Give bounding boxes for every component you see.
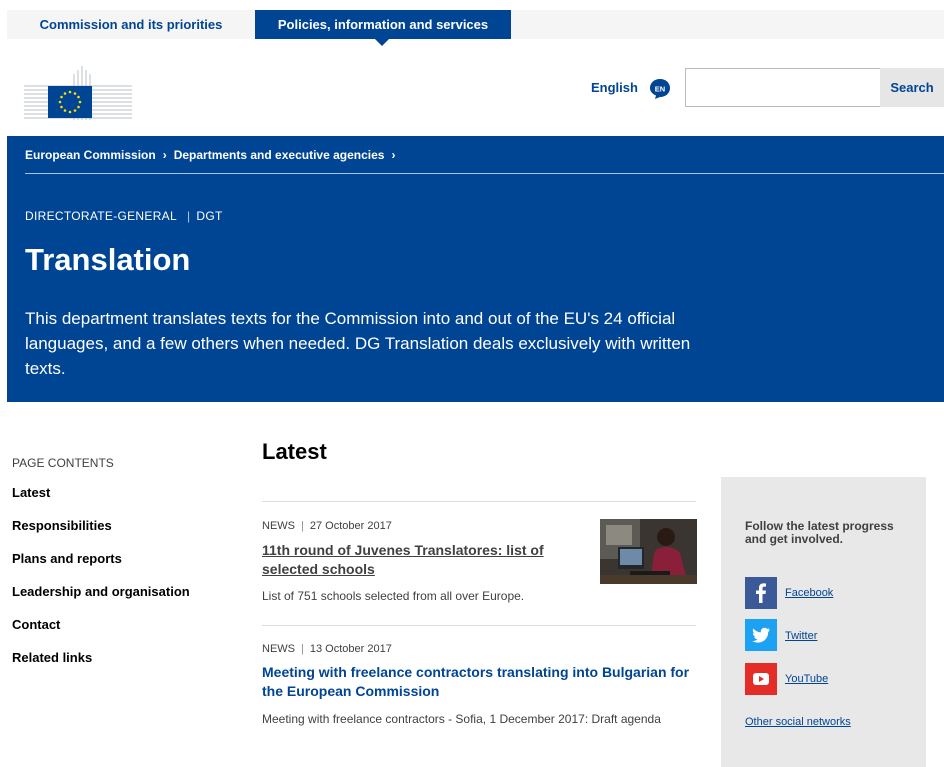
- language-selector[interactable]: English: [591, 80, 638, 95]
- breadcrumb-european-commission[interactable]: European Commission: [25, 148, 156, 162]
- page-intro: This department translates texts for the…: [25, 309, 691, 378]
- divider: [25, 173, 944, 174]
- european-commission-logo[interactable]: [22, 64, 134, 120]
- page-meta: DIRECTORATE-GENERAL | DGT: [25, 209, 223, 223]
- tab-commission-priorities[interactable]: Commission and its priorities: [7, 10, 255, 39]
- page-contents-item-plans-reports[interactable]: Plans and reports: [12, 552, 190, 585]
- page-contents-heading: PAGE CONTENTS: [12, 456, 114, 470]
- latest-heading: Latest: [262, 439, 327, 464]
- news-title-link[interactable]: 11th round of Juvenes Translatores: list…: [262, 541, 582, 579]
- news-meta: NEWS | 27 October 2017: [262, 520, 392, 532]
- meta-separator: |: [186, 209, 191, 223]
- social-panel: Follow the latest progress and get invol…: [721, 477, 926, 767]
- language-code: EN: [655, 85, 665, 94]
- page-contents-item-leadership[interactable]: Leadership and organisation: [12, 585, 190, 618]
- page-title: Translation: [25, 242, 191, 277]
- twitter-icon[interactable]: [745, 619, 777, 651]
- news-date: 27 October 2017: [309, 520, 392, 532]
- page-banner: European Commission › Departments and exec…: [7, 136, 944, 402]
- other-social-networks-link[interactable]: Other social networks: [745, 716, 851, 728]
- news-type: NEWS: [262, 643, 295, 655]
- news-description: Meeting with freelance contractors - Sof…: [262, 712, 661, 726]
- page-contents-item-contact[interactable]: Contact: [12, 618, 190, 651]
- top-navigation: Commission and its priorities Policies, …: [7, 10, 944, 46]
- divider: [262, 625, 696, 626]
- divider: [262, 501, 696, 502]
- facebook-link[interactable]: Facebook: [785, 587, 833, 599]
- twitter-link[interactable]: Twitter: [785, 630, 817, 642]
- news-date: 13 October 2017: [309, 643, 392, 655]
- breadcrumb: European Commission › Departments and exec…: [25, 148, 402, 162]
- facebook-icon[interactable]: [745, 577, 777, 609]
- youtube-link[interactable]: YouTube: [785, 673, 828, 685]
- news-description: List of 751 schools selected from all ov…: [262, 589, 525, 603]
- meta-type: DIRECTORATE-GENERAL: [25, 209, 177, 223]
- page-contents-nav: Latest Responsibilities Plans and report…: [12, 486, 190, 684]
- news-title-link[interactable]: Meeting with freelance contractors trans…: [262, 663, 702, 701]
- news-meta: NEWS | 13 October 2017: [262, 643, 392, 655]
- meta-code: DGT: [196, 209, 223, 223]
- chevron-right-icon: ›: [162, 148, 167, 162]
- tab-policies-services[interactable]: Policies, information and services: [255, 10, 511, 46]
- page-contents-item-latest[interactable]: Latest: [12, 486, 190, 519]
- news-type: NEWS: [262, 520, 295, 532]
- meta-separator: |: [301, 643, 304, 655]
- search-button[interactable]: Search: [880, 68, 944, 107]
- page-contents-item-responsibilities[interactable]: Responsibilities: [12, 519, 190, 552]
- chevron-right-icon: ›: [391, 148, 396, 162]
- language-bubble-icon[interactable]: EN: [649, 78, 671, 100]
- page-contents-item-related-links[interactable]: Related links: [12, 651, 190, 684]
- search-input[interactable]: [685, 68, 881, 107]
- news-thumbnail-image[interactable]: [600, 519, 697, 584]
- meta-separator: |: [301, 520, 304, 532]
- breadcrumb-departments[interactable]: Departments and executive agencies: [174, 148, 385, 162]
- youtube-icon[interactable]: [745, 663, 777, 695]
- social-heading: Follow the latest progress and get invol…: [745, 519, 894, 546]
